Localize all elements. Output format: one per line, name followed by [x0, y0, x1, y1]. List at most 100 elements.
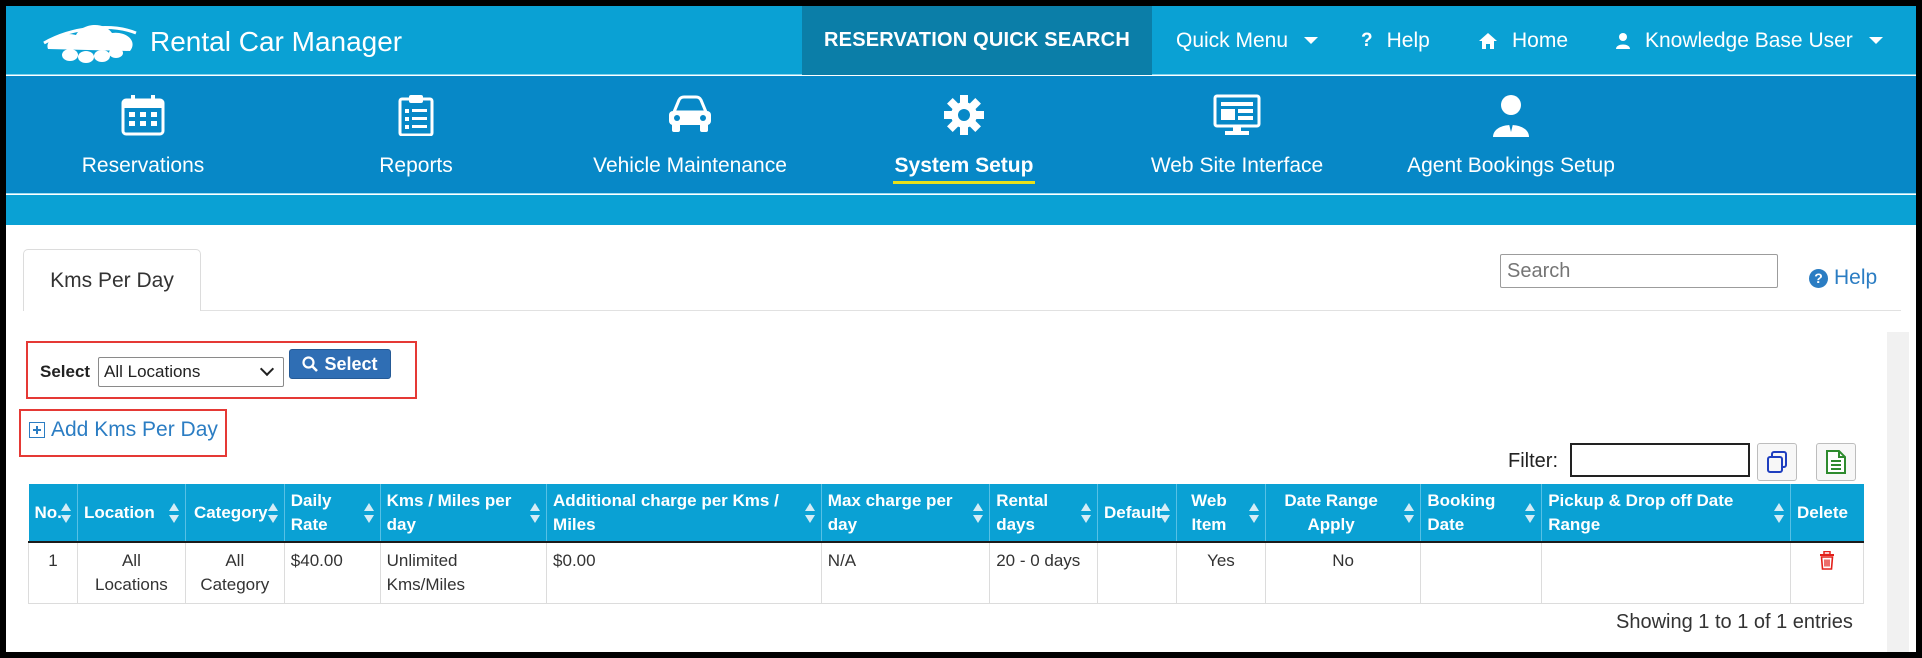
- cell-web-item: Yes: [1176, 541, 1266, 604]
- column-header-pickup-dropoff[interactable]: Pickup & Drop off Date Range: [1541, 484, 1791, 542]
- nav-vehicle-maintenance[interactable]: Vehicle Maintenance: [570, 94, 810, 188]
- app-window: Rental Car Manager RESERVATION QUICK SEA…: [0, 0, 1922, 658]
- plus-square-icon: [29, 422, 45, 438]
- sort-icon: [1081, 502, 1092, 523]
- nav-label: Agent Bookings Setup: [1407, 154, 1615, 177]
- user-menu-dropdown[interactable]: Knowledge Base User: [1615, 6, 1883, 75]
- clipboard-icon: [296, 94, 536, 144]
- help-label: Help: [1386, 28, 1430, 52]
- column-header-category[interactable]: Category: [185, 484, 285, 542]
- location-select[interactable]: All Locations: [98, 357, 284, 387]
- spreadsheet-icon: [1826, 450, 1846, 474]
- search-icon: [302, 356, 319, 372]
- search-input[interactable]: [1500, 254, 1778, 288]
- active-nav-underline: [893, 181, 1035, 184]
- help-link-label: Help: [1834, 266, 1878, 289]
- select-button[interactable]: Select: [289, 349, 391, 379]
- question-icon: ?: [1361, 29, 1373, 51]
- column-header-max-charge[interactable]: Max charge per day: [821, 484, 991, 542]
- nav-agent-bookings-setup[interactable]: Agent Bookings Setup: [1391, 94, 1631, 188]
- home-label: Home: [1512, 28, 1569, 52]
- sort-icon: [1248, 502, 1259, 523]
- tab-divider: [201, 310, 1901, 311]
- column-header-booking-date[interactable]: Booking Date: [1420, 484, 1543, 542]
- quick-menu-label: Quick Menu: [1176, 28, 1289, 52]
- sort-icon: [363, 502, 374, 523]
- reservation-quick-search-button[interactable]: RESERVATION QUICK SEARCH: [802, 6, 1152, 75]
- filter-label: Filter:: [1508, 450, 1558, 472]
- user-icon: [1615, 32, 1631, 50]
- filter-input[interactable]: [1570, 443, 1750, 477]
- sub-nav-bar: [6, 195, 1916, 225]
- column-header-rental-days[interactable]: Rental days: [989, 484, 1099, 542]
- column-header-default[interactable]: Default: [1097, 484, 1178, 542]
- nav-label: Vehicle Maintenance: [593, 154, 787, 177]
- cell-date-range-apply: No: [1264, 541, 1422, 604]
- cell-additional-charge: $0.00: [546, 541, 822, 604]
- cell-no[interactable]: 1: [28, 541, 78, 604]
- page-help-link[interactable]: ? Help: [1809, 266, 1877, 290]
- tab-kms-per-day[interactable]: Kms Per Day: [23, 249, 201, 311]
- table-header-row: No. Location Category Daily Rate Kms / M…: [28, 484, 1864, 542]
- cell-kms-per-day: Unlimited Kms/Miles: [379, 541, 548, 604]
- sort-icon: [1404, 502, 1415, 523]
- chevron-down-icon: [259, 361, 275, 377]
- cell-pickup-dropoff: [1541, 541, 1791, 604]
- column-header-delete: Delete: [1790, 484, 1864, 542]
- monitor-icon: [1117, 94, 1357, 144]
- kms-per-day-table: No. Location Category Daily Rate Kms / M…: [28, 484, 1865, 604]
- export-excel-button[interactable]: [1816, 443, 1856, 481]
- cell-delete: [1789, 541, 1865, 604]
- sort-icon: [1160, 502, 1171, 523]
- column-header-no[interactable]: No.: [28, 484, 78, 542]
- sort-icon: [973, 502, 984, 523]
- home-icon: [1478, 32, 1498, 50]
- sort-icon: [530, 502, 541, 523]
- cell-booking-date: [1420, 541, 1543, 604]
- brand-logo[interactable]: [42, 14, 138, 69]
- column-header-kms-per-day[interactable]: Kms / Miles per day: [380, 484, 548, 542]
- table-info: Showing 1 to 1 of 1 entries: [1616, 611, 1853, 633]
- agent-icon: [1391, 94, 1631, 144]
- column-header-additional-charge[interactable]: Additional charge per Kms / Miles: [546, 484, 822, 542]
- cloud-car-logo-icon: [43, 24, 137, 63]
- main-nav: Reservations Reports Vehicle Maintenance…: [6, 76, 1916, 194]
- select-label: Select: [40, 362, 91, 381]
- cell-default: [1097, 541, 1178, 604]
- vertical-scrollbar[interactable]: [1887, 332, 1909, 652]
- car-icon: [570, 94, 810, 144]
- gear-icon: [844, 94, 1084, 144]
- column-header-date-range-apply[interactable]: Date Range Apply: [1265, 484, 1422, 542]
- app-title[interactable]: Rental Car Manager: [150, 26, 402, 58]
- column-header-daily-rate[interactable]: Daily Rate: [284, 484, 381, 542]
- location-select-value: All Locations: [104, 362, 201, 381]
- trash-icon[interactable]: [1819, 550, 1835, 577]
- column-header-location[interactable]: Location: [77, 484, 186, 542]
- nav-system-setup[interactable]: System Setup: [844, 94, 1084, 188]
- cell-max-charge: N/A: [820, 541, 991, 604]
- column-header-web-item[interactable]: Web Item: [1176, 484, 1266, 542]
- table-row: 1 All Locations All Category $40.00 Unli…: [28, 541, 1865, 604]
- add-kms-per-day-link[interactable]: Add Kms Per Day: [29, 418, 218, 442]
- nav-reports[interactable]: Reports: [296, 94, 536, 188]
- sort-icon: [267, 502, 278, 523]
- nav-reservations[interactable]: Reservations: [23, 94, 263, 188]
- nav-label: Reservations: [81, 154, 205, 177]
- nav-web-site-interface[interactable]: Web Site Interface: [1117, 94, 1357, 188]
- chevron-down-icon: [1868, 37, 1883, 44]
- copy-icon: [1767, 451, 1787, 473]
- user-name: Knowledge Base User: [1645, 28, 1853, 52]
- home-nav-link[interactable]: Home: [1478, 6, 1568, 75]
- copy-button[interactable]: [1757, 443, 1797, 481]
- top-bar: Rental Car Manager RESERVATION QUICK SEA…: [6, 6, 1916, 75]
- quick-menu-dropdown[interactable]: Quick Menu: [1176, 6, 1319, 75]
- sort-icon: [168, 502, 179, 523]
- cell-daily-rate: $40.00: [283, 541, 381, 604]
- add-link-label: Add Kms Per Day: [51, 418, 218, 441]
- select-button-label: Select: [324, 353, 378, 374]
- cell-location: All Locations: [76, 541, 186, 604]
- help-nav-link[interactable]: ? Help: [1361, 6, 1430, 75]
- help-circle-icon: ?: [1809, 268, 1828, 288]
- sort-icon: [804, 502, 815, 523]
- cell-rental-days: 20 - 0 days: [989, 541, 1099, 604]
